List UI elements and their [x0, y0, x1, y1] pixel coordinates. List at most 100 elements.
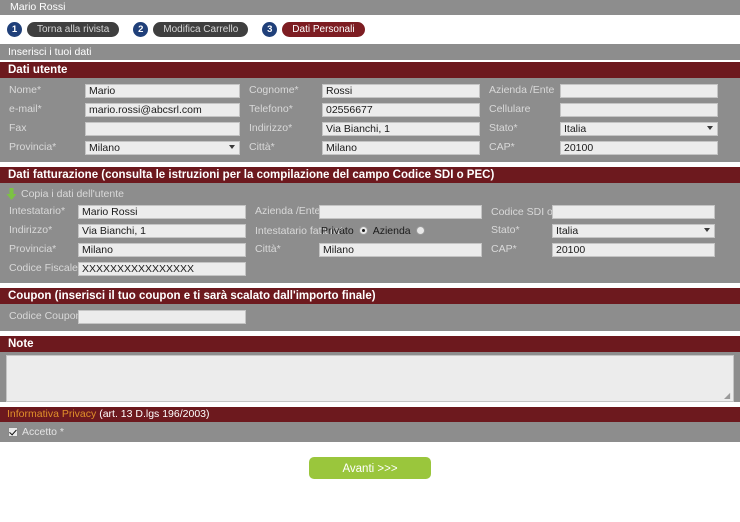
select-provincia[interactable]: Milano	[85, 140, 240, 155]
label-codice-sdi-pec: Codice SDI o PEC	[491, 205, 578, 218]
radio-group-intestatario-fattura: Privato Azienda	[319, 225, 482, 237]
textarea-note[interactable]: ◢	[6, 355, 734, 402]
input-email[interactable]: mario.rossi@abcsrl.com	[85, 102, 240, 117]
input-telefono[interactable]: 02556677	[322, 102, 480, 117]
form-row: Provincia* Milano Città* Milano CAP* 201…	[0, 138, 740, 157]
avanti-button[interactable]: Avanti >>>	[309, 457, 431, 479]
label-stato-fatturazione: Stato*	[491, 224, 520, 236]
step-number-1: 1	[7, 22, 22, 37]
step-number-2: 2	[133, 22, 149, 37]
informativa-privacy-link[interactable]: Informativa Privacy	[7, 408, 96, 420]
step-item-modifica-carrello[interactable]: Modifica Carrello	[153, 22, 249, 37]
panel-body-dati-fatturazione: Copia i dati dell'utente Intestatario* M…	[0, 183, 740, 283]
breadcrumb: 1 Torna alla rivista 2 Modifica Carrello…	[0, 15, 740, 44]
resize-grip-icon[interactable]: ◢	[724, 392, 732, 400]
form-row: e-mail* mario.rossi@abcsrl.com Telefono*…	[0, 100, 740, 119]
chevron-down-icon	[704, 227, 710, 232]
label-codice-fiscale: Codice Fiscale**	[9, 262, 87, 274]
select-stato-fatturazione-value: Italia	[556, 224, 579, 237]
label-citta: Città*	[249, 141, 275, 153]
checkbox-accetto[interactable]	[8, 427, 18, 437]
input-indirizzo[interactable]: Via Bianchi, 1	[322, 121, 480, 136]
label-indirizzo-fatturazione: Indirizzo*	[9, 224, 53, 236]
select-stato[interactable]: Italia	[560, 121, 718, 136]
label-cognome: Cognome*	[249, 84, 299, 96]
privacy-title-rest: (art. 13 D.lgs 196/2003)	[96, 408, 210, 420]
label-fax: Fax	[9, 122, 27, 134]
form-row: Nome* Mario Cognome* Rossi Azienda /Ente	[0, 81, 740, 100]
input-codice-sdi-pec[interactable]	[552, 204, 715, 219]
label-citta-fatturazione: Città*	[255, 243, 281, 255]
label-intestatario-fattura: Intestatario fattura*	[255, 224, 344, 237]
label-cap-fatturazione: CAP*	[491, 243, 517, 255]
form-row: Fax Indirizzo* Via Bianchi, 1 Stato* Ita…	[0, 119, 740, 138]
copy-user-data-label: Copia i dati dell'utente	[21, 188, 124, 200]
panel-note: Note ◢	[0, 336, 740, 402]
form-row: Provincia* Milano Città* Milano CAP* 201…	[0, 240, 740, 259]
radio-label-privato: Privato	[321, 224, 354, 237]
input-fax[interactable]	[85, 121, 240, 136]
privacy-accept-row: Accetto *	[0, 422, 740, 442]
label-nome: Nome*	[9, 84, 42, 96]
form-row: Indirizzo* Via Bianchi, 1 Intestatario f…	[0, 221, 740, 240]
label-email: e-mail*	[9, 103, 42, 115]
copy-user-data-link[interactable]: Copia i dati dell'utente	[0, 186, 740, 202]
form-row: Codice Fiscale** XXXXXXXXXXXXXXXX	[0, 259, 740, 278]
input-intestatario[interactable]: Mario Rossi	[78, 204, 246, 219]
chevron-down-icon	[707, 125, 713, 130]
radio-azienda[interactable]	[415, 226, 425, 235]
panel-dati-fatturazione: Dati fatturazione (consulta le istruzion…	[0, 167, 740, 283]
input-codice-coupon[interactable]	[78, 309, 246, 324]
panel-title-privacy: Informativa Privacy (art. 13 D.lgs 196/2…	[0, 407, 740, 422]
label-cellulare: Cellulare	[489, 103, 531, 115]
label-indirizzo: Indirizzo*	[249, 122, 293, 134]
input-nome[interactable]: Mario	[85, 83, 240, 98]
radio-privato[interactable]	[358, 226, 368, 235]
input-cognome[interactable]: Rossi	[322, 83, 480, 98]
panel-body-dati-utente: Nome* Mario Cognome* Rossi Azienda /Ente…	[0, 78, 740, 162]
green-down-arrow-icon	[6, 188, 17, 200]
panel-body-coupon: Codice Coupon	[0, 304, 740, 331]
panel-title-note: Note	[0, 336, 740, 352]
label-provincia-fatturazione: Provincia*	[9, 243, 57, 255]
input-indirizzo-fatturazione[interactable]: Via Bianchi, 1	[78, 223, 246, 238]
select-stato-fatturazione[interactable]: Italia	[552, 223, 715, 238]
label-stato: Stato*	[489, 122, 518, 134]
select-provincia-value: Milano	[89, 141, 120, 154]
input-citta-fatturazione[interactable]: Milano	[319, 242, 482, 257]
select-stato-value: Italia	[564, 122, 587, 135]
step-number-3: 3	[262, 22, 278, 37]
input-cap[interactable]: 20100	[560, 140, 718, 155]
input-azienda-ente-fatturazione[interactable]	[319, 204, 482, 219]
input-cap-fatturazione[interactable]: 20100	[552, 242, 715, 257]
chevron-down-icon	[229, 144, 235, 149]
label-codice-coupon: Codice Coupon	[9, 310, 82, 322]
label-azienda-ente: Azienda /Ente	[489, 84, 555, 96]
label-intestatario: Intestatario*	[9, 205, 66, 217]
input-azienda-ente[interactable]	[560, 83, 718, 98]
submit-area: Avanti >>>	[0, 447, 740, 479]
input-cellulare[interactable]	[560, 102, 718, 117]
panel-coupon: Coupon (inserisci il tuo coupon e ti sar…	[0, 288, 740, 331]
user-bar: Mario Rossi	[0, 0, 740, 15]
panel-title-coupon: Coupon (inserisci il tuo coupon e ti sar…	[0, 288, 740, 304]
step-item-torna-alla-rivista[interactable]: Torna alla rivista	[27, 22, 120, 37]
step-item-dati-personali[interactable]: Dati Personali	[282, 22, 365, 37]
label-provincia: Provincia*	[9, 141, 57, 153]
input-citta[interactable]: Milano	[322, 140, 480, 155]
label-cap: CAP*	[489, 141, 515, 153]
radio-label-azienda: Azienda	[372, 224, 411, 237]
section-subtitle-bar: Inserisci i tuoi dati	[0, 44, 740, 60]
panel-title-dati-fatturazione: Dati fatturazione (consulta le istruzion…	[0, 167, 740, 183]
form-row: Codice Coupon	[0, 307, 740, 326]
panel-title-dati-utente: Dati utente	[0, 62, 740, 78]
panel-privacy: Informativa Privacy (art. 13 D.lgs 196/2…	[0, 407, 740, 442]
label-telefono: Telefono*	[249, 103, 293, 115]
user-name: Mario Rossi	[10, 1, 66, 13]
panel-dati-utente: Dati utente Nome* Mario Cognome* Rossi A…	[0, 62, 740, 162]
input-codice-fiscale[interactable]: XXXXXXXXXXXXXXXX	[78, 261, 246, 276]
label-accetto: Accetto *	[22, 426, 65, 438]
form-row: Intestatario* Mario Rossi Azienda /Ente …	[0, 202, 740, 221]
input-provincia-fatturazione[interactable]: Milano	[78, 242, 246, 257]
label-azienda-ente-fatturazione: Azienda /Ente	[255, 205, 321, 217]
